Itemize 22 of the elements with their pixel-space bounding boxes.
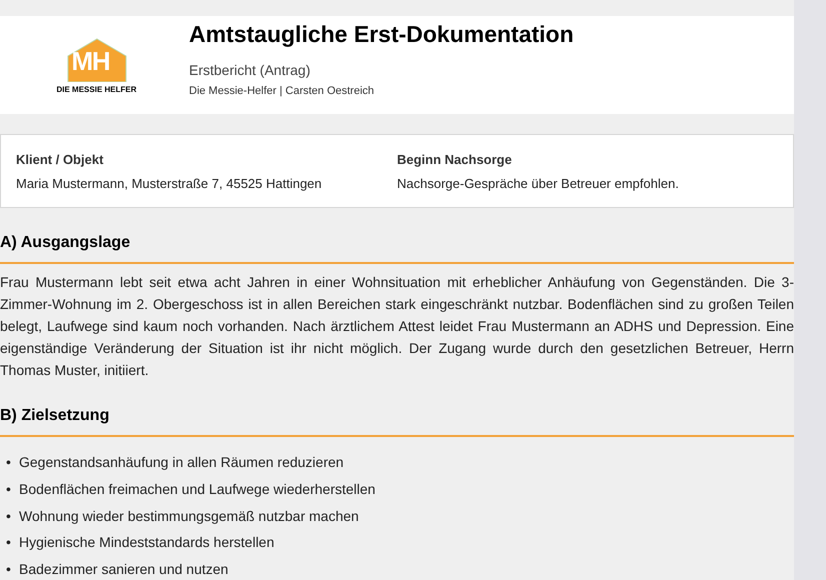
page-title: Amtstaugliche Erst-Dokumentation bbox=[189, 20, 574, 49]
section-heading: A) Ausgangslage bbox=[0, 233, 794, 264]
info-value: Maria Mustermann, Musterstraße 7, 45525 Hattingen bbox=[16, 175, 323, 192]
body-paragraph: Frau Mustermann lebt seit etwa acht Jahren in einer Wohnsituation mit erheblicher Anhäufung von Gegenständen. Die 3-Zimmer-Wohnung im 2. Obergeschoss ist in allen Bereichen stark eingeschränkt nutzbar. Bodenflächen sind zu großen Teilen belegt, Laufwege sind kaum noch vorhanden. Nach ärztlichem Attest leidet Frau Mustermann an ADHS und Depression. Eine eigenständige Veränderung der Situation ist ihr nicht möglich. Der Zugang wurde durch den gesetzlichen Betreuer, Herrn Thomas Muster, initiiert. bbox=[0, 273, 794, 380]
logo-initials: MH bbox=[72, 48, 110, 74]
bullet: • bbox=[5, 480, 12, 500]
logo-text: DIE MESSIE HELFER bbox=[56, 86, 136, 94]
info-value: Nachsorge-Gespräche über Betreuer empfohlen. bbox=[397, 175, 680, 192]
list-item: Gegenstandsanhäufung in allen Räumen reduzieren bbox=[19, 453, 344, 472]
section-heading: B) Zielsetzung bbox=[0, 406, 794, 437]
subtitle: Erstbericht (Antrag) bbox=[189, 61, 312, 79]
list-item: Wohnung wieder bestimmungsgemäß nutzbar machen bbox=[19, 506, 359, 526]
info-label: Klient / Objekt bbox=[16, 151, 104, 168]
bullet: • bbox=[5, 453, 12, 472]
info-label: Beginn Nachsorge bbox=[397, 151, 513, 168]
bullet: • bbox=[5, 560, 12, 580]
list-item: Hygienische Mindeststandards herstellen bbox=[19, 533, 274, 552]
list-item: Bodenflächen freimachen und Laufwege wiederherstellen bbox=[19, 480, 376, 500]
list-item: Badezimmer sanieren und nutzen bbox=[19, 560, 228, 580]
bullet: • bbox=[5, 506, 12, 526]
bullet: • bbox=[5, 533, 12, 552]
author-line: Die Messie-Helfer | Carsten Oestreich bbox=[189, 84, 376, 99]
